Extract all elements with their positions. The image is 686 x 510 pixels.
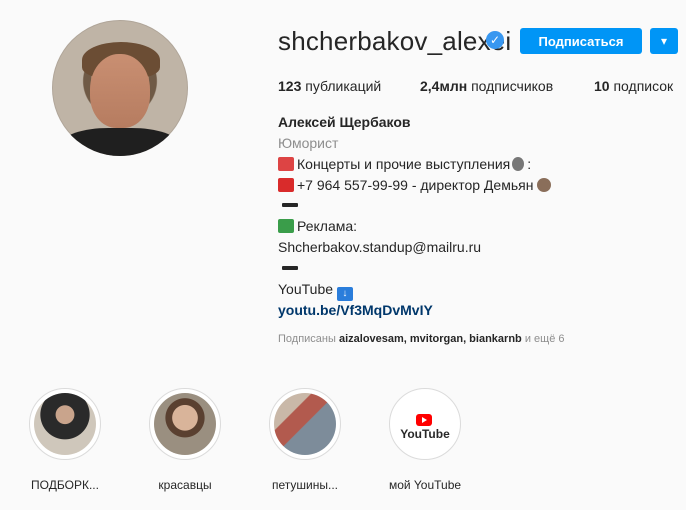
highlight-ring <box>149 388 221 460</box>
highlight-ring <box>29 388 101 460</box>
down-arrow-icon: ↓ <box>336 287 353 301</box>
highlight-ring: YouTube <box>389 388 461 460</box>
mailbox-icon <box>278 157 294 171</box>
followed-by-prefix: Подписаны <box>278 333 336 345</box>
highlight-ring <box>269 388 341 460</box>
chevron-down-icon[interactable]: ▾ <box>650 28 678 54</box>
bio-concerts-end: : <box>527 156 532 172</box>
avatar-shirt <box>62 128 178 156</box>
highlight-4-label: мой YouTube <box>388 478 462 492</box>
following-count[interactable]: 10 подписок <box>594 78 673 94</box>
followed-by-users: aizalovesam, mvitorgan, biankarnb <box>338 333 522 345</box>
avatar-face <box>90 54 150 128</box>
follow-button[interactable]: Подписаться <box>520 28 642 54</box>
highlight-3[interactable]: петушины... <box>265 388 345 492</box>
bio-ads-line: Реклама: <box>278 218 357 234</box>
bio-phone-line: +7 964 557-99-99 - директор Демьян <box>278 177 554 193</box>
followed-by-suffix: и ещё 6 <box>524 333 565 345</box>
highlight-1-label: ПОДБОРК... <box>31 478 99 492</box>
telephone-icon <box>278 178 294 192</box>
profile-full-name: Алексей Щербаков <box>278 114 411 130</box>
posts-label: публикаций <box>305 78 382 94</box>
bio-youtube-link[interactable]: youtu.be/Vf3MqDvMvIY <box>278 302 433 318</box>
bio-concerts-line: Концерты и прочие выступления: <box>278 156 531 172</box>
following-count-value: 10 <box>594 78 610 94</box>
bio-ads-label: Реклама: <box>297 218 358 234</box>
posts-count: 123 публикаций <box>278 78 381 94</box>
bio-email: Shcherbakov.standup@mailru.ru <box>278 239 482 255</box>
profile-avatar[interactable] <box>52 20 188 156</box>
bio-youtube-line: YouTube ↓ <box>278 281 356 301</box>
money-icon <box>278 219 294 233</box>
highlight-2[interactable]: красавцы <box>145 388 225 492</box>
highlight-3-label: петушины... <box>272 478 338 492</box>
divider-dash-icon <box>282 266 298 270</box>
bio-concerts-text: Концерты и прочие выступления <box>297 156 511 172</box>
youtube-logo-icon: YouTube <box>396 413 454 441</box>
highlight-1-image <box>34 393 96 455</box>
highlight-4[interactable]: YouTube мой YouTube <box>385 388 465 492</box>
highlight-3-image <box>274 393 336 455</box>
youtube-play-icon <box>416 414 432 426</box>
highlight-2-image <box>154 393 216 455</box>
divider-dash-icon <box>282 203 298 207</box>
followers-count-value: 2,4млн <box>420 78 468 94</box>
person-icon <box>537 178 552 192</box>
microphone-icon <box>512 157 525 171</box>
followers-label: подписчиков <box>471 78 554 94</box>
bio-phone-text: +7 964 557-99-99 - директор Демьян <box>297 177 534 193</box>
highlight-2-label: красавцы <box>158 478 212 492</box>
profile-category: Юморист <box>278 135 339 151</box>
highlight-1[interactable]: ПОДБОРК... <box>25 388 105 492</box>
profile-username: shcherbakov_alexei <box>278 26 512 56</box>
followed-by[interactable]: Подписаны aizalovesam, mvitorgan, bianka… <box>278 333 565 345</box>
posts-count-value: 123 <box>278 78 302 94</box>
following-label: подписок <box>613 78 674 94</box>
youtube-logo-text: YouTube <box>400 427 450 441</box>
bio-youtube-label: YouTube <box>278 281 334 297</box>
verified-badge-icon: ✓ <box>486 31 504 49</box>
followers-count[interactable]: 2,4млн подписчиков <box>420 78 553 94</box>
